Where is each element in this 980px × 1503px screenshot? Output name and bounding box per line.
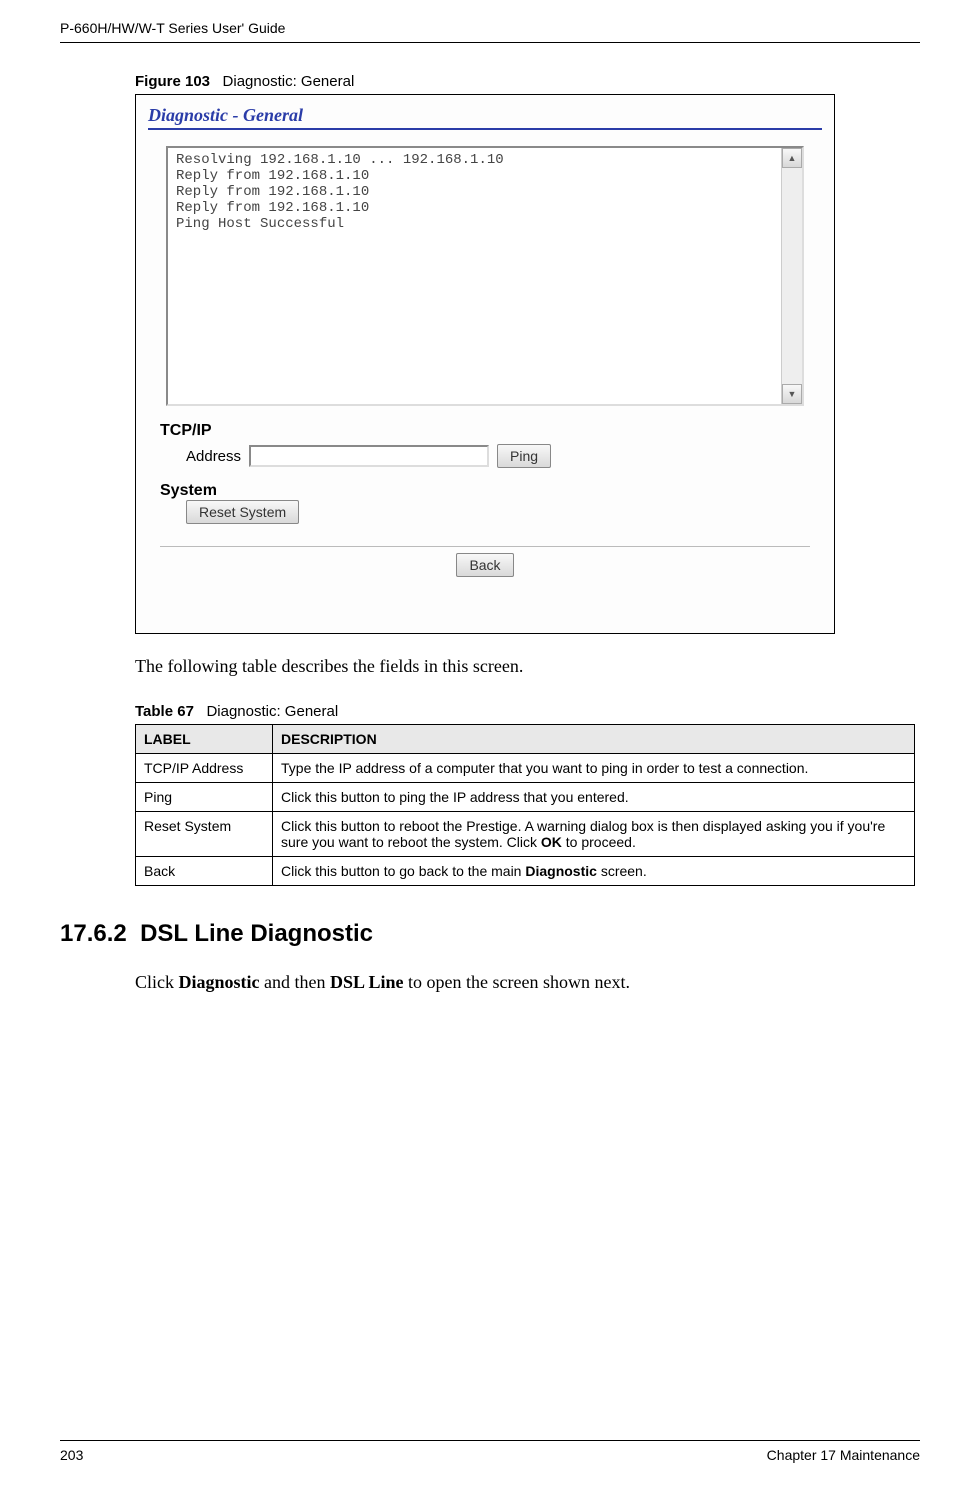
table-header-label: LABEL [136,725,273,754]
figure-label: Figure 103 [135,73,210,90]
table-row: Ping Click this button to ping the IP ad… [136,783,915,812]
cell-label: Reset System [136,812,273,857]
page-footer: 203 Chapter 17 Maintenance [60,1440,920,1463]
scroll-up-icon[interactable]: ▲ [782,148,802,168]
cell-desc: Type the IP address of a computer that y… [273,754,915,783]
cell-label: Back [136,857,273,886]
section-body-text: Click Diagnostic and then DSL Line to op… [135,972,920,993]
table-caption-label: Table 67 [135,703,194,720]
figure-title: Diagnostic: General [223,73,355,90]
table-caption-title: Diagnostic: General [206,703,338,720]
description-table: LABEL DESCRIPTION TCP/IP Address Type th… [135,724,915,886]
post-figure-text: The following table describes the fields… [135,656,920,677]
diagnostic-general-screenshot: Diagnostic - General Resolving 192.168.1… [135,94,835,634]
panel-title-underline [148,128,822,130]
section-heading: 17.6.2 DSL Line Diagnostic [60,920,920,948]
table-row: Back Click this button to go back to the… [136,857,915,886]
console-viewport: Resolving 192.168.1.10 ... 192.168.1.10 … [166,146,804,406]
table-header-description: DESCRIPTION [273,725,915,754]
address-field-label: Address [186,448,241,465]
cell-desc: Click this button to reboot the Prestige… [273,812,915,857]
scrollbar-vertical[interactable]: ▲ ▼ [781,148,802,404]
section-number: 17.6.2 [60,920,127,947]
ping-button[interactable]: Ping [497,444,551,468]
console-output-text: Resolving 192.168.1.10 ... 192.168.1.10 … [168,148,781,404]
panel-title: Diagnostic - General [136,95,834,128]
system-section-label: System [160,482,810,500]
table-caption: Table 67 Diagnostic: General [135,703,920,720]
cell-label: Ping [136,783,273,812]
chapter-label: Chapter 17 Maintenance [767,1447,920,1463]
figure-caption: Figure 103 Diagnostic: General [135,73,920,90]
cell-desc: Click this button to ping the IP address… [273,783,915,812]
address-input[interactable] [249,445,489,467]
header-guide-title: P-660H/HW/W-T Series User' Guide [60,20,920,43]
screenshot-divider [160,546,810,547]
table-row: Reset System Click this button to reboot… [136,812,915,857]
cell-desc: Click this button to go back to the main… [273,857,915,886]
table-row: TCP/IP Address Type the IP address of a … [136,754,915,783]
section-title: DSL Line Diagnostic [140,920,373,947]
tcpip-section-label: TCP/IP [160,422,810,440]
scroll-down-icon[interactable]: ▼ [782,384,802,404]
cell-label: TCP/IP Address [136,754,273,783]
reset-system-button[interactable]: Reset System [186,500,299,524]
back-button[interactable]: Back [456,553,513,577]
page-number: 203 [60,1447,83,1463]
